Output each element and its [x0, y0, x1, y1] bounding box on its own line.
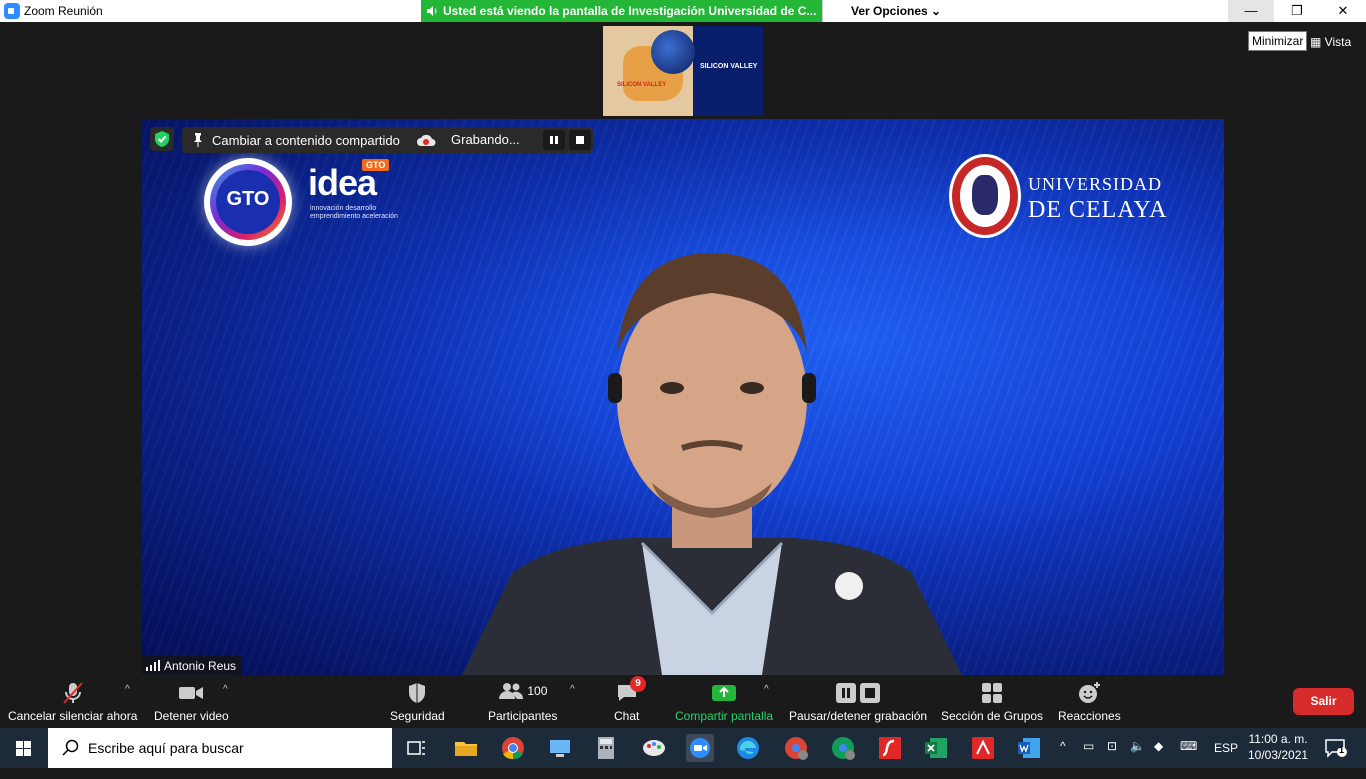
recording-label: Grabando...	[451, 132, 520, 147]
shared-screen-thumbnail[interactable]: SILICON VALLEY SILICON VALLEY	[603, 26, 763, 116]
stop-video-button[interactable]: Detener video	[154, 681, 229, 723]
share-banner-text: Usted está viendo la pantalla de Investi…	[443, 4, 817, 18]
network-icon[interactable]: ⊡	[1107, 739, 1117, 779]
share-options-caret[interactable]: ^	[764, 684, 769, 695]
shield-icon	[409, 683, 426, 703]
video-options-caret[interactable]: ^	[223, 684, 228, 695]
idea-gto-tag: GTO	[362, 159, 390, 171]
chrome-profile-b-icon[interactable]	[829, 734, 857, 762]
task-view-icon[interactable]	[402, 734, 430, 762]
screen-share-banner: Usted está viendo la pantalla de Investi…	[421, 0, 822, 22]
view-button[interactable]: ▦ Vista	[1310, 35, 1351, 49]
participant-name-tag: Antonio Reus	[142, 656, 243, 675]
video-camera-icon	[179, 687, 204, 699]
keyboard-icon[interactable]: ⌨	[1180, 739, 1197, 779]
view-options-button[interactable]: Ver Opciones ⌄	[822, 0, 942, 22]
tray-chevron-icon[interactable]: ^	[1060, 739, 1066, 779]
dropbox-icon[interactable]: ◆	[1154, 739, 1163, 779]
pause-stop-recording-button[interactable]: Pausar/detener grabación	[789, 681, 927, 723]
encryption-shield-button[interactable]	[150, 127, 174, 151]
taskbar-search-box[interactable]: Escribe aquí para buscar	[48, 728, 392, 768]
chevron-down-icon: ⌄	[931, 4, 942, 18]
signal-bars-icon	[146, 660, 160, 671]
grid-four-icon	[982, 683, 1003, 703]
smiley-plus-icon	[1079, 682, 1101, 703]
notifications-button[interactable]: 1	[1325, 738, 1347, 763]
chrome-icon[interactable]	[499, 734, 527, 762]
minimize-tooltip: Minimizar	[1248, 31, 1308, 51]
participants-count: 100	[527, 684, 548, 698]
gto-logo: GTO	[204, 158, 292, 246]
volume-icon[interactable]: 🔈	[1130, 739, 1145, 779]
leave-meeting-button[interactable]: Salir	[1293, 688, 1354, 715]
mute-button[interactable]: Cancelar silenciar ahora	[8, 681, 137, 723]
grid-icon: ▦	[1310, 35, 1325, 49]
speaker-icon	[427, 6, 437, 16]
security-button[interactable]: Seguridad	[390, 681, 445, 723]
close-button[interactable]: ✕	[1320, 0, 1366, 22]
pin-icon	[194, 133, 202, 147]
globe-image	[651, 30, 695, 74]
participant-person	[462, 253, 962, 675]
speaker-video[interactable]: GTO idea GTO innovación desarrollo empre…	[142, 119, 1224, 675]
minimize-button[interactable]: —	[1228, 0, 1274, 22]
chrome-profile-icon[interactable]	[782, 734, 810, 762]
edge-icon[interactable]	[734, 734, 762, 762]
meeting-toolbar: Cancelar silenciar ahora ^ Detener video…	[0, 675, 1366, 728]
system-clock[interactable]: 11:00 a. m. 10/03/2021	[1248, 731, 1308, 763]
share-screen-arrow-icon	[712, 685, 737, 701]
zoom-app-icon	[4, 3, 20, 19]
recording-indicator: Grabando...	[406, 127, 593, 153]
language-indicator[interactable]: ESP	[1214, 741, 1238, 755]
thumbnail-map-label: SILICON VALLEY	[617, 82, 667, 88]
computer-icon[interactable]	[546, 734, 574, 762]
thumbnail-title: SILICON VALLEY	[700, 63, 758, 70]
acrobat-icon[interactable]	[969, 734, 997, 762]
breakout-rooms-button[interactable]: Sección de Grupos	[941, 681, 1043, 723]
flash-icon[interactable]	[876, 734, 904, 762]
file-explorer-icon[interactable]	[452, 734, 480, 762]
window-title: Zoom Reunión	[24, 4, 103, 18]
zoom-taskbar-icon[interactable]	[686, 734, 714, 762]
stop-recording-button[interactable]	[569, 130, 591, 150]
battery-icon[interactable]: ▭	[1083, 739, 1094, 779]
word-icon[interactable]	[1015, 734, 1043, 762]
windows-start-icon[interactable]	[0, 728, 48, 768]
share-screen-button[interactable]: Compartir pantalla	[675, 681, 773, 723]
window-controls: — ❐ ✕	[1228, 0, 1366, 22]
mute-options-caret[interactable]: ^	[125, 684, 130, 695]
participants-icon	[499, 683, 524, 699]
calculator-icon[interactable]	[592, 734, 620, 762]
pause-stop-icon	[836, 683, 881, 703]
reactions-button[interactable]: Reacciones	[1058, 681, 1121, 723]
idea-subtitle: innovación desarrollo emprendimiento ace…	[310, 205, 398, 220]
excel-icon[interactable]	[922, 734, 950, 762]
switch-to-shared-content-button[interactable]: Cambiar a contenido compartido	[182, 127, 410, 153]
windows-taskbar: Escribe aquí para buscar ^ ▭ ⊡ 🔈 ◆ ⌨ ESP…	[0, 728, 1366, 768]
restore-button[interactable]: ❐	[1274, 0, 1320, 22]
university-name: UNIVERSIDAD DE CELAYA	[1028, 174, 1168, 223]
paint-icon[interactable]	[640, 734, 668, 762]
participants-options-caret[interactable]: ^	[570, 684, 575, 695]
pause-recording-button[interactable]	[543, 130, 565, 150]
shield-check-icon	[155, 131, 169, 147]
participants-button[interactable]: 100 Participantes	[488, 681, 557, 723]
cloud-record-icon	[417, 134, 436, 146]
chat-unread-badge: 9	[630, 676, 646, 692]
microphone-muted-icon	[62, 682, 83, 704]
search-icon	[62, 739, 79, 756]
